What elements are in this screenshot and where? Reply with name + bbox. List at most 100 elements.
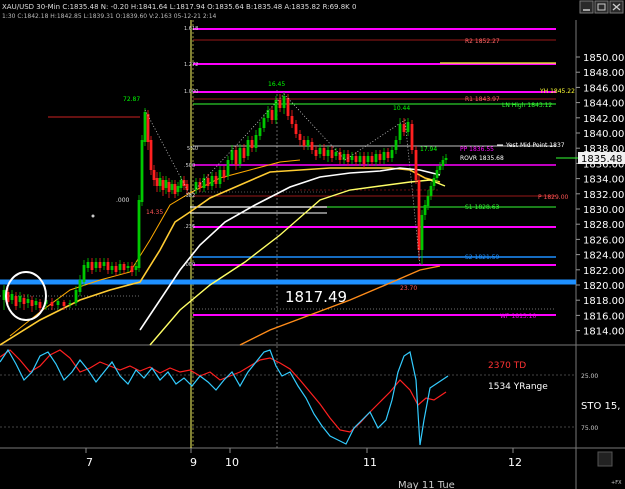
candle-body: [110, 266, 114, 270]
wp-label: WP 1813.10: [500, 313, 536, 320]
time-label-10: 10: [225, 456, 239, 469]
candle-body: [34, 301, 38, 305]
candle-body: [106, 262, 110, 270]
price-tick-label: 1846.00: [583, 83, 624, 94]
svg-text:.500: .500: [184, 163, 195, 169]
candle-body: [173, 184, 177, 194]
candle-body: [86, 262, 90, 268]
price-tick-label: 1842.00: [583, 114, 624, 125]
candle-body: [302, 140, 306, 146]
candle-body: [310, 142, 314, 150]
candle-body: [429, 186, 433, 196]
svg-text:5%0: 5%0: [187, 146, 198, 152]
candle-body: [410, 124, 414, 150]
sto-text: STO 15,: [581, 401, 620, 412]
candle-body: [423, 205, 427, 215]
candle-body: [342, 154, 346, 160]
svg-text:10.44: 10.44: [393, 105, 410, 112]
candle-body: [322, 148, 326, 156]
candle-body: [179, 180, 183, 188]
candle-body: [294, 124, 298, 134]
candle-body: [137, 200, 141, 268]
corner-label: +FX: [611, 480, 622, 486]
candle-body: [286, 98, 290, 116]
candle-body: [306, 140, 310, 146]
candle-body: [118, 264, 122, 270]
current-price-label: 1835.48: [581, 154, 622, 165]
price-tick-label: 1848.00: [583, 68, 624, 79]
candle-body: [182, 180, 186, 186]
candle-body: [432, 178, 436, 186]
candle-body: [122, 264, 126, 270]
td-text: 2370 TD: [488, 361, 526, 371]
candle-body: [14, 296, 18, 306]
candle-body: [218, 170, 222, 184]
minimize-icon[interactable]: [579, 0, 594, 14]
candle-body: [362, 156, 366, 164]
r1-label: R1 1843.97: [465, 96, 500, 103]
candle-body: [18, 296, 22, 302]
candle-body: [2, 290, 6, 300]
svg-text:14.35: 14.35: [146, 209, 163, 216]
candle-body: [230, 150, 234, 160]
candle-body: [414, 150, 418, 180]
candle-body: [402, 124, 406, 132]
candle-body: [258, 128, 262, 136]
candle-body: [161, 180, 165, 190]
candle-body: [10, 294, 14, 300]
svg-text:72.87: 72.87: [123, 96, 140, 103]
candle-body: [435, 170, 439, 178]
yrange-text: 1534 YRange: [488, 382, 548, 392]
price-tick-label: 1818.00: [583, 296, 624, 307]
candle-body: [398, 124, 402, 140]
candle-body: [38, 302, 42, 308]
candle-body: [198, 182, 202, 188]
svg-text:16.45: 16.45: [268, 81, 285, 88]
candle-body: [426, 196, 430, 206]
candle-body: [262, 118, 266, 128]
price-tick-label: 1814.00: [583, 327, 624, 338]
svg-text:1.000: 1.000: [184, 89, 198, 95]
candle-body: [149, 140, 153, 170]
candle-body: [68, 303, 72, 304]
maximize-icon[interactable]: [594, 0, 609, 14]
candle-body: [214, 176, 218, 184]
candle-body: [330, 150, 334, 158]
candle-body: [194, 182, 198, 190]
candle-body: [50, 302, 54, 306]
candle-body: [56, 301, 60, 305]
candle-body: [22, 298, 26, 304]
time-label-7: 7: [86, 456, 93, 469]
candle-body: [254, 135, 258, 148]
candle-body: [406, 122, 410, 132]
candle-body: [318, 148, 322, 154]
candle-body: [226, 160, 230, 176]
price-tick-label: 1822.00: [583, 266, 624, 277]
pp-label: PP 1836.55: [460, 146, 494, 153]
svg-text:.000: .000: [184, 262, 195, 268]
s2-label: S2 1821.59: [465, 254, 500, 261]
candle-body: [90, 262, 94, 270]
price-tick-label: 1840.00: [583, 129, 624, 140]
candle-body: [386, 152, 390, 158]
candle-body: [394, 140, 398, 150]
candle-body: [78, 280, 82, 292]
svg-text:17.94: 17.94: [420, 146, 437, 153]
candle-body: [98, 262, 102, 268]
p-label: P 1829.00: [538, 194, 569, 201]
candle-body: [176, 186, 180, 192]
candle-body: [270, 110, 274, 120]
candle-body: [441, 160, 445, 166]
candle-body: [143, 112, 147, 142]
candle-body: [94, 262, 98, 268]
candle-body: [167, 182, 171, 192]
symbol-line: XAU/USD 30-Min C:1835.48 N: -0.20 H:1841…: [2, 3, 356, 11]
candle-body: [314, 150, 318, 156]
svg-text:.000: .000: [116, 197, 130, 204]
candle-body: [366, 156, 370, 162]
price-chart[interactable]: XAU/USD 30-Min C:1835.48 N: -0.20 H:1841…: [0, 0, 625, 489]
svg-text:.236: .236: [184, 224, 195, 230]
candle-body: [74, 290, 78, 303]
candle-body: [206, 178, 210, 186]
candle-body: [358, 156, 362, 162]
